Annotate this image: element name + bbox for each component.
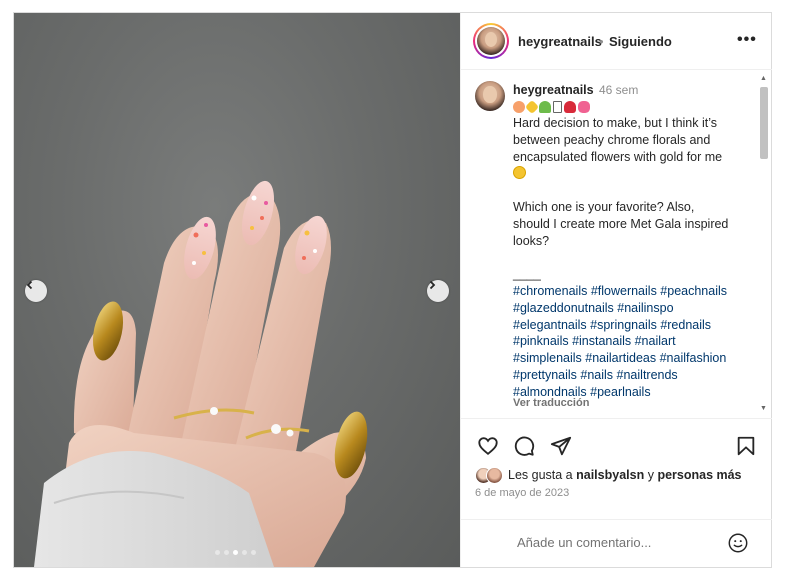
scroll-down-arrow-icon[interactable]: ▼: [760, 405, 767, 412]
caption-scroll-area[interactable]: heygreatnails 46 sem Hard decision to ma…: [461, 71, 772, 419]
caption-text: Hard decision to make, but I think it’s …: [513, 99, 753, 401]
caption-line: looks?: [513, 233, 550, 248]
see-translation-link[interactable]: Ver traducción: [513, 397, 589, 409]
rose-icon: [564, 100, 576, 113]
caption-line: between peachy chrome florals and: [513, 132, 711, 147]
carousel-dot-active: [233, 550, 238, 555]
carousel-dot: [224, 550, 229, 555]
nail-photo: [34, 180, 368, 567]
caption-avatar[interactable]: [475, 81, 505, 111]
caption-emoji-row: [513, 99, 753, 114]
caption-line: Which one is your favorite? Also,: [513, 199, 695, 214]
share-button[interactable]: [548, 433, 574, 459]
likes-conjunction: y: [647, 468, 654, 482]
hashtag-line[interactable]: #glazeddonutnails #nailinspo: [513, 300, 753, 317]
comment-bar: [461, 519, 772, 567]
liker-username[interactable]: nailsbyalsn: [576, 468, 644, 482]
scroll-up-arrow-icon[interactable]: ▲: [760, 75, 767, 82]
carousel-dot: [215, 550, 220, 555]
likes-summary: Les gusta a nailsbyalsn y personas más: [475, 465, 742, 485]
save-button[interactable]: [733, 433, 759, 459]
post-side-panel: heygreatnails • Siguiendo ••• heygreatna…: [460, 13, 772, 567]
comment-button[interactable]: [511, 433, 537, 459]
carousel-indicator: [215, 550, 256, 555]
hashtag-line[interactable]: #chromenails #flowernails #peachnails: [513, 283, 753, 300]
peach-icon: [513, 100, 525, 113]
next-slide-button[interactable]: [427, 280, 449, 302]
post-media-carousel[interactable]: [14, 13, 460, 567]
liker-avatar[interactable]: [486, 466, 503, 484]
likes-prefix: Les gusta a: [508, 468, 573, 482]
hashtag-line[interactable]: #elegantnails #springnails #rednails: [513, 317, 753, 334]
post-date[interactable]: 6 de mayo de 2023: [475, 487, 569, 499]
caption-scrollbar[interactable]: ▲ ▼: [759, 75, 769, 415]
hashtag-line[interactable]: #prettynails #nails #nailtrends: [513, 367, 753, 384]
caption-line: Hard decision to make, but I think it’s: [513, 116, 718, 130]
instagram-post-dialog: heygreatnails • Siguiendo ••• heygreatna…: [13, 12, 772, 568]
header-username[interactable]: heygreatnails: [518, 34, 602, 49]
more-options-icon[interactable]: •••: [737, 31, 757, 49]
likes-others-link[interactable]: personas más: [657, 468, 741, 482]
bow-icon: [578, 100, 590, 113]
caption-line: encapsulated flowers with gold for me: [513, 149, 723, 164]
bookmark-icon: [737, 436, 755, 456]
story-ring[interactable]: [473, 23, 509, 59]
flower-icon: [539, 100, 551, 113]
post-action-bar: [461, 433, 772, 463]
chevron-right-icon: [429, 280, 436, 290]
post-header: heygreatnails • Siguiendo •••: [461, 13, 772, 70]
sparkles-icon: [524, 99, 540, 114]
caption-timestamp[interactable]: 46 sem: [599, 83, 638, 97]
scrollbar-thumb[interactable]: [760, 87, 768, 159]
caption-divider: ____: [513, 267, 541, 282]
hashtag-line[interactable]: #pinknails #instanails #nailart: [513, 333, 753, 350]
smiley-icon[interactable]: [727, 532, 749, 554]
chevron-left-icon: [26, 280, 33, 290]
like-button[interactable]: [475, 433, 501, 459]
header-separator: •: [599, 34, 604, 49]
carousel-dot: [251, 550, 256, 555]
avatar: [477, 27, 505, 55]
caption-line: should I create more Met Gala inspired: [513, 216, 729, 231]
follow-status-button[interactable]: Siguiendo: [609, 34, 672, 49]
carousel-dot: [242, 550, 247, 555]
lock-icon: [553, 100, 562, 113]
thinking-face-icon: [513, 166, 526, 180]
comment-icon: [514, 436, 535, 456]
comment-input[interactable]: [517, 535, 717, 550]
caption-username[interactable]: heygreatnails: [513, 83, 594, 97]
heart-icon: [478, 437, 498, 455]
previous-slide-button[interactable]: [25, 280, 47, 302]
hashtag-line[interactable]: #simplenails #nailartideas #nailfashion: [513, 350, 753, 367]
share-icon: [550, 436, 572, 456]
